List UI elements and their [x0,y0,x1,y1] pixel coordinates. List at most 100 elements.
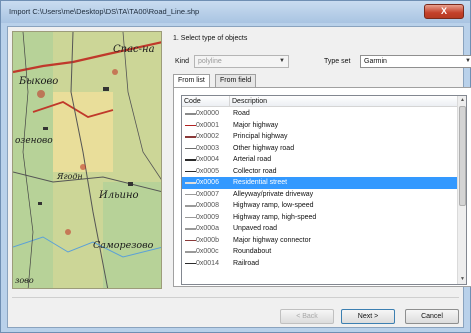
list-item[interactable]: 0x0000 Road [182,108,458,120]
item-description: Arterial road [233,156,272,163]
map-label: Быково [19,76,59,87]
list-rows: 0x0000 Road 0x0001 Major highway 0x0002 Princ… [182,108,458,269]
back-button[interactable]: < Back [280,309,334,324]
item-description: Road [233,110,250,117]
button-divider [12,297,459,298]
kind-label: Kind [175,58,190,65]
map-building [38,202,42,205]
close-button[interactable]: X [424,4,464,19]
list-item[interactable]: 0x0014 Railroad [182,258,458,270]
item-code: 0x0007 [196,190,219,198]
map-building [43,127,48,130]
cancel-button[interactable]: Cancel [405,309,459,324]
scroll-thumb[interactable] [459,106,466,206]
list-item[interactable]: 0x0008 Highway ramp, low-speed [182,200,458,212]
item-code: 0x0004 [196,156,219,163]
list-item[interactable]: 0x0001 Major highway [182,120,458,132]
scroll-up-icon[interactable]: ▲ [458,96,466,105]
item-code: 0x000a [196,225,219,232]
chevron-down-icon: ▼ [465,58,471,64]
scroll-down-icon[interactable]: ▼ [458,275,466,284]
chevron-down-icon: ▼ [279,58,285,64]
item-code: 0x0009 [196,213,219,221]
line-style-icon [185,136,196,138]
item-description: Principal highway [233,133,288,140]
item-description: Major highway [233,121,279,129]
column-header-code[interactable]: Code [184,98,201,105]
line-style-icon [185,193,196,195]
list-item[interactable]: 0x000a Unpaved road [182,223,458,235]
item-description: Alleyway/private driveway [233,190,314,198]
kind-select[interactable]: polyline ▼ [194,55,289,68]
item-description: Other highway road [233,144,295,152]
list-item[interactable]: 0x000b Major highway connector [182,235,458,247]
object-type-list[interactable]: Code Description 0x0000 Road 0x0001 Major h… [181,95,467,285]
map-label: зово [15,276,34,285]
column-divider [229,96,230,107]
type-set-value: Garmin [364,58,387,65]
map-settlement [80,164,86,170]
item-code: 0x0003 [196,144,219,152]
line-style-icon [185,182,196,184]
line-style-icon [185,251,196,253]
line-style-icon [185,124,196,126]
list-item[interactable]: 0x0006 Residential street [182,177,458,189]
list-item[interactable]: 0x0002 Principal highway [182,131,458,143]
item-code: 0x0006 [196,179,219,186]
map-field [53,92,113,172]
map-building [103,87,109,91]
map-settlement [65,229,71,235]
line-style-icon [185,159,196,161]
item-description: Collector road [233,167,277,175]
list-item[interactable]: 0x0003 Other highway road [182,143,458,155]
list-header: Code Description [182,96,458,107]
line-style-icon [185,239,196,241]
item-description: Unpaved road [233,225,277,232]
line-style-icon [185,216,196,218]
item-description: Roundabout [233,248,272,255]
item-description: Highway ramp, high-speed [233,213,317,221]
item-description: Major highway connector [233,236,311,244]
map-label: Спас-на [113,44,155,55]
map-label: Ильино [99,190,139,201]
map-building [128,182,133,186]
map-label: Ягодн [57,172,83,181]
map-label: Саморезово [93,240,154,251]
next-button[interactable]: Next > [341,309,395,324]
line-style-icon [185,147,196,149]
vertical-scrollbar[interactable]: ▲ ▼ [457,96,466,284]
item-code: 0x0002 [196,133,219,140]
item-code: 0x0005 [196,167,219,175]
tab-from-field[interactable]: From field [215,74,257,87]
item-code: 0x0014 [196,259,219,267]
list-item[interactable]: 0x000c Roundabout [182,246,458,258]
import-dialog: Import C:\Users\me\Desktop\DS\TA\TA00\Ro… [0,0,471,333]
line-style-icon [185,205,196,207]
list-item[interactable]: 0x0005 Collector road [182,166,458,178]
line-style-icon [185,113,196,115]
item-code: 0x0000 [196,110,219,117]
line-style-icon [185,228,196,230]
tab-from-list[interactable]: From list [173,74,210,88]
map-preview: Спас-на Быково озеново Ильино Саморезово… [12,31,162,289]
kind-select-value: polyline [198,58,222,65]
list-item[interactable]: 0x0004 Arterial road [182,154,458,166]
line-style-icon [185,262,196,264]
map-settlement [112,69,118,75]
list-item[interactable]: 0x0009 Highway ramp, high-speed [182,212,458,224]
item-code: 0x0008 [196,202,219,209]
step-title: 1. Select type of objects [173,35,248,42]
map-label: озеново [15,136,53,146]
list-item[interactable]: 0x0007 Alleyway/private driveway [182,189,458,201]
column-header-description[interactable]: Description [232,98,267,105]
dialog-client-area: Спас-на Быково озеново Ильино Саморезово… [7,26,471,328]
item-code: 0x0001 [196,121,219,129]
line-style-icon [185,170,196,172]
item-description: Highway ramp, low-speed [233,202,314,209]
item-code: 0x000c [196,248,219,255]
type-set-select[interactable]: Garmin ▼ [360,55,471,68]
item-code: 0x000b [196,236,219,244]
title-bar[interactable]: Import C:\Users\me\Desktop\DS\TA\TA00\Ro… [1,1,470,23]
item-description: Residential street [233,179,288,186]
map-settlement [37,90,45,98]
